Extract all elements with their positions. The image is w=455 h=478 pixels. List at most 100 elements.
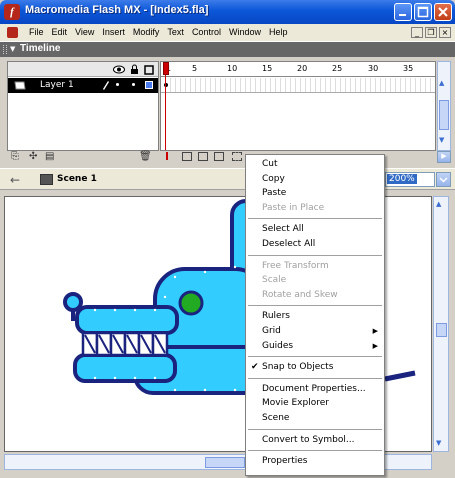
menu-edit[interactable]: Edit — [48, 27, 72, 37]
context-item-paste[interactable]: Paste — [246, 186, 384, 201]
menu-file[interactable]: File — [25, 27, 48, 37]
add-guide-layer-icon[interactable]: ✣ — [29, 151, 37, 162]
menu-control[interactable]: Control — [188, 27, 225, 37]
doc-restore-button[interactable]: ❐ — [425, 27, 437, 38]
minimize-button[interactable] — [394, 3, 412, 21]
context-item-movie-explorer[interactable]: Movie Explorer — [246, 396, 384, 411]
timeline-scroll-right-button[interactable]: ▶ — [437, 151, 451, 163]
context-item-convert-to-symbol[interactable]: Convert to Symbol... — [246, 433, 384, 448]
context-item-label: Document Properties... — [262, 383, 366, 394]
context-item-select-all[interactable]: Select All — [246, 222, 384, 237]
onion-skin-outlines-icon[interactable] — [198, 152, 208, 161]
context-item-label: Copy — [262, 173, 285, 184]
playhead[interactable] — [163, 62, 169, 150]
insert-folder-icon[interactable]: ▤ — [45, 151, 54, 162]
layer-row[interactable]: Layer 1 — [8, 78, 158, 93]
stage-hscroll-thumb[interactable] — [205, 457, 245, 468]
frame-row[interactable] — [161, 78, 435, 93]
menu-window[interactable]: Window — [225, 27, 265, 37]
context-item-cut[interactable]: Cut — [246, 157, 384, 172]
context-item-scene[interactable]: Scene — [246, 411, 384, 426]
context-item-document-properties[interactable]: Document Properties... — [246, 382, 384, 397]
edit-multiple-frames-icon[interactable] — [214, 152, 224, 161]
menu-text[interactable]: Text — [163, 27, 188, 37]
timeline-vertical-scrollbar[interactable]: ▲ ▼ — [437, 61, 451, 151]
edit-bar: ← Scene 1 200% — [0, 168, 455, 190]
context-item-label: Rotate and Skew — [262, 289, 338, 300]
scroll-up-icon[interactable]: ▲ — [439, 79, 444, 87]
timeline-panel: Layer 1 1510152025303540 ▲ ▼ ⎘ ✣ ▤ 🗑 — [0, 57, 455, 165]
document-menu-icon[interactable] — [7, 27, 18, 38]
lock-icon[interactable] — [130, 64, 139, 75]
menu-separator — [248, 254, 382, 256]
menu-separator — [248, 356, 382, 358]
ruler-number: 20 — [297, 64, 308, 73]
close-button[interactable] — [434, 3, 452, 21]
stage-scroll-down-icon[interactable]: ▼ — [436, 439, 441, 447]
doc-minimize-button[interactable]: _ — [411, 27, 423, 38]
stage-vertical-scrollbar[interactable]: ▲ ▼ — [433, 196, 449, 452]
frames-pane[interactable]: 1510152025303540 — [160, 61, 436, 151]
scroll-thumb[interactable] — [439, 100, 449, 130]
modify-onion-markers-icon[interactable] — [232, 152, 242, 161]
playhead-handle[interactable] — [163, 62, 169, 75]
onion-skin-icon[interactable] — [182, 152, 192, 161]
visible-dot[interactable] — [116, 83, 119, 86]
flash-app-icon[interactable]: f — [4, 4, 20, 20]
checkmark-icon: ✔ — [251, 362, 259, 373]
title-bar: f Macromedia Flash MX - [Index5.fla] — [0, 0, 455, 24]
ruler-number: 5 — [192, 64, 198, 73]
minimize-icon — [399, 14, 406, 16]
context-item-properties[interactable]: Properties — [246, 454, 384, 469]
stage-area: ▲ ▼ — [0, 190, 455, 478]
ruler-number: 25 — [332, 64, 343, 73]
lower-snout-shape[interactable] — [73, 353, 177, 383]
teeth-group — [81, 331, 169, 357]
menu-help[interactable]: Help — [265, 27, 292, 37]
doc-close-button[interactable]: × — [439, 27, 451, 38]
scroll-down-icon[interactable]: ▼ — [439, 136, 444, 144]
nose-knob-shape[interactable] — [63, 292, 83, 312]
outline-icon[interactable] — [144, 65, 154, 75]
context-item-copy[interactable]: Copy — [246, 172, 384, 187]
scene-label[interactable]: Scene 1 — [57, 174, 97, 184]
timeline-panel-header[interactable]: ▼ Timeline — [0, 42, 455, 57]
upper-snout-shape[interactable] — [75, 305, 179, 335]
zoom-field[interactable]: 200% — [385, 172, 435, 187]
ruler-number: 35 — [403, 64, 414, 73]
context-item-paste-in-place: Paste in Place — [246, 201, 384, 216]
menu-separator — [248, 377, 382, 379]
panel-grip[interactable] — [3, 45, 7, 54]
menu-view[interactable]: View — [71, 27, 98, 37]
zoom-value: 200% — [387, 174, 417, 184]
context-item-snap-to-objects[interactable]: ✔ Snap to Objects — [246, 360, 384, 375]
frame-ruler[interactable]: 1510152025303540 — [161, 62, 435, 77]
trash-icon[interactable]: 🗑 — [139, 151, 152, 162]
layers-pane: Layer 1 — [7, 61, 159, 151]
zoom-dropdown-button[interactable] — [436, 172, 451, 187]
stage-scroll-up-icon[interactable]: ▲ — [436, 200, 441, 208]
context-item-rulers[interactable]: Rulers — [246, 309, 384, 324]
context-item-label: Cut — [262, 159, 278, 169]
center-frame-icon[interactable] — [166, 152, 168, 160]
context-item-deselect-all[interactable]: Deselect All — [246, 237, 384, 252]
document-window-controls: _ ❐ × — [411, 27, 451, 38]
collapse-arrow-icon[interactable]: ▼ — [10, 45, 15, 53]
outline-color-swatch[interactable] — [145, 81, 153, 89]
eye-icon[interactable] — [113, 65, 125, 74]
stage-vscroll-thumb[interactable] — [436, 323, 447, 337]
context-item-guides[interactable]: Guides ▶ — [246, 339, 384, 354]
eye-shape[interactable] — [178, 290, 204, 316]
menu-insert[interactable]: Insert — [98, 27, 129, 37]
back-arrow-icon[interactable]: ← — [10, 173, 20, 187]
timeline-title: Timeline — [20, 43, 61, 54]
menu-separator — [248, 428, 382, 430]
context-item-grid[interactable]: Grid ▶ — [246, 324, 384, 339]
pencil-icon — [103, 81, 109, 90]
insert-layer-icon[interactable]: ⎘ — [11, 151, 19, 162]
lock-dot[interactable] — [132, 83, 135, 86]
maximize-button[interactable] — [414, 3, 432, 21]
layer-tools: ⎘ ✣ ▤ 🗑 — [7, 151, 159, 164]
menu-modify[interactable]: Modify — [129, 27, 164, 37]
submenu-arrow-icon: ▶ — [372, 326, 378, 335]
